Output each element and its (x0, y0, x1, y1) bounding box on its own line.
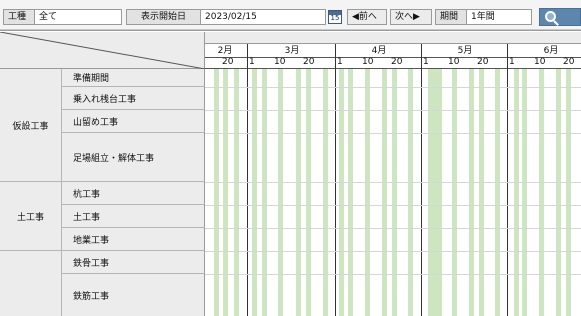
day-tick: 1 (509, 57, 515, 67)
task-name[interactable]: 鉄骨工事 (62, 251, 205, 274)
task-name[interactable]: 地業工事 (62, 228, 205, 251)
holiday-stripe (214, 69, 219, 316)
holiday-stripe (234, 69, 239, 316)
holiday-stripe (323, 69, 328, 316)
holiday-stripe (262, 69, 267, 316)
category-cell: 仮設工事 (0, 69, 62, 182)
task-name[interactable]: 準備期間 (62, 69, 205, 87)
day-tick: 1 (249, 57, 255, 67)
holiday-stripe (556, 69, 561, 316)
day-tick: 10 (362, 57, 374, 67)
month-label: 5月 (457, 46, 473, 56)
month-label: 3月 (284, 46, 300, 56)
day-tick: 10 (448, 57, 460, 67)
diagonal-divider (0, 32, 205, 69)
day-tick: 10 (534, 57, 546, 67)
gantt-grid: 2月 3月 4月 5月 6月 20 1 10 20 1 10 20 1 10 2… (0, 30, 581, 316)
month-divider (507, 44, 508, 316)
holiday-stripe (452, 69, 457, 316)
start-date-input[interactable]: 2023/02/15 (200, 9, 326, 25)
search-button[interactable] (539, 8, 581, 26)
month-divider (247, 44, 248, 316)
day-tick: 20 (303, 57, 315, 67)
holiday-stripe (382, 69, 387, 316)
category-cell (0, 251, 62, 316)
start-date-label: 表示開始日 (126, 9, 201, 25)
day-tick: 20 (477, 57, 489, 67)
holiday-stripe (428, 69, 442, 316)
month-label: 4月 (371, 46, 387, 56)
holiday-stripe (306, 69, 311, 316)
holiday-stripe (408, 69, 413, 316)
next-button[interactable]: 次へ▶ (390, 9, 432, 25)
task-name[interactable]: 鉄筋工事 (62, 274, 205, 316)
holiday-stripe (339, 69, 344, 316)
holiday-stripe (278, 69, 283, 316)
task-name[interactable]: 足場組立・解体工事 (62, 133, 205, 182)
month-label: 6月 (543, 46, 559, 56)
category-cell: 土工事 (0, 182, 62, 251)
holiday-stripe (495, 69, 500, 316)
holiday-stripe (539, 69, 544, 316)
task-name[interactable]: 杭工事 (62, 182, 205, 205)
prev-button[interactable]: ◀前へ (347, 9, 387, 25)
day-tick: 10 (274, 57, 286, 67)
toolbar: 工種 全て 表示開始日 2023/02/15 15 ◀前へ 次へ▶ 期間 1年間 (0, 0, 581, 30)
period-select[interactable]: 1年間 (466, 9, 532, 25)
header-corner (0, 32, 205, 69)
task-name[interactable]: 乗入れ桟台工事 (62, 87, 205, 110)
work-type-select[interactable]: 全て (34, 9, 122, 25)
holiday-stripe (522, 69, 527, 316)
month-divider (335, 44, 336, 316)
calendar-icon[interactable]: 15 (328, 10, 342, 24)
work-type-label: 工種 (3, 9, 35, 25)
holiday-stripe (514, 69, 519, 316)
holiday-stripe (469, 69, 474, 316)
task-name[interactable]: 山留め工事 (62, 110, 205, 133)
holiday-stripe (392, 69, 397, 316)
period-label: 期間 (435, 9, 467, 25)
holiday-stripe (365, 69, 370, 316)
day-tick: 20 (563, 57, 575, 67)
task-name[interactable]: 土工事 (62, 205, 205, 228)
day-tick: 1 (337, 57, 343, 67)
day-tick: 20 (391, 57, 403, 67)
holiday-stripe (252, 69, 257, 316)
month-divider (421, 44, 422, 316)
holiday-stripe (566, 69, 571, 316)
holiday-stripe (348, 69, 353, 316)
month-label: 2月 (217, 46, 233, 56)
day-tick: 20 (222, 57, 234, 67)
holiday-stripe (296, 69, 301, 316)
timeline-header-top (205, 32, 581, 44)
day-tick: 1 (423, 57, 429, 67)
calendar-day: 15 (330, 14, 340, 22)
holiday-stripe (479, 69, 484, 316)
holiday-stripe (223, 69, 228, 316)
